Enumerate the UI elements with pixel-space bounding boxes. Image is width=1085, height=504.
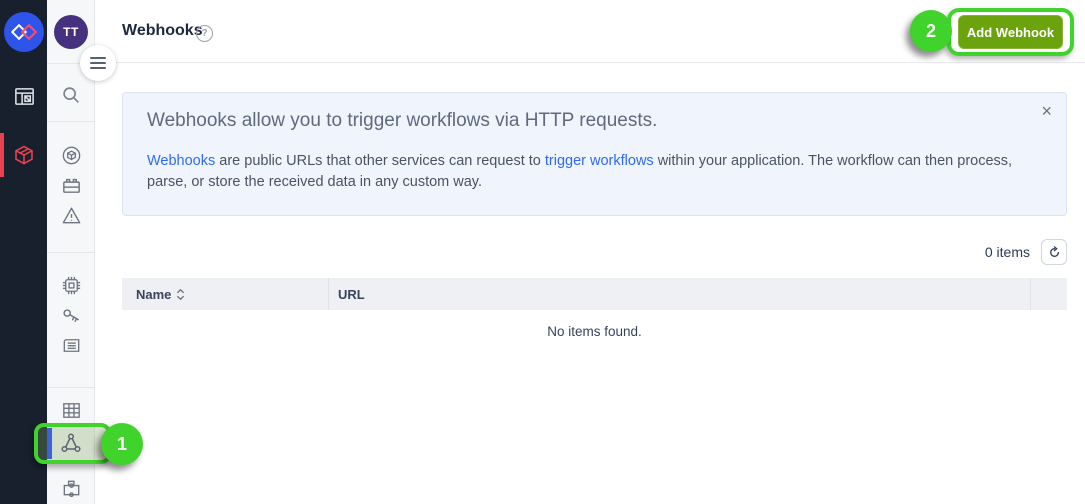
sidebar-item-secrets[interactable] [59, 303, 83, 327]
puzzle-icon [60, 476, 83, 499]
column-divider [328, 278, 329, 310]
header-divider [95, 62, 1085, 63]
dashboard-icon [13, 85, 36, 108]
sort-icon [176, 288, 185, 301]
grid-table-icon [60, 399, 83, 422]
help-icon[interactable]: ? [196, 25, 213, 42]
table-header: Name URL [122, 278, 1067, 310]
sidebar-item-packages[interactable] [12, 143, 36, 167]
webhooks-link[interactable]: Webhooks [147, 153, 215, 169]
chip-icon [60, 274, 83, 297]
app-window: TT Webhooks ? Add Webhook 2 Webhooks all… [0, 0, 1085, 504]
annotation-marker-2: 2 [910, 10, 952, 52]
column-header-url[interactable]: URL [338, 278, 365, 310]
page-title: Webhooks [122, 22, 203, 39]
sidebar-item-archive[interactable] [59, 173, 83, 197]
sidebar-item-extensions[interactable] [59, 475, 83, 499]
search-icon [60, 84, 82, 106]
list-toolbar: 0 items [985, 239, 1067, 265]
refresh-button[interactable] [1041, 239, 1067, 265]
avatar[interactable]: TT [54, 15, 88, 49]
sidebar-item-jobs[interactable] [59, 273, 83, 297]
add-webhook-button[interactable]: Add Webhook [958, 15, 1063, 49]
package-cube-icon [12, 143, 36, 167]
banner-heading: Webhooks allow you to trigger workflows … [147, 110, 658, 131]
sidebar-item-bundles[interactable] [59, 143, 83, 167]
sidebar-item-tables[interactable] [59, 398, 83, 422]
column-divider [1030, 278, 1031, 310]
sidebar-item-search[interactable] [59, 83, 83, 107]
column-url-label: URL [338, 286, 365, 302]
help-glyph: ? [201, 28, 208, 39]
active-tool-indicator [47, 428, 52, 459]
column-header-name[interactable]: Name [136, 278, 185, 310]
items-count: 0 items [984, 244, 1030, 260]
banner-text-1: are public URLs that other services can … [215, 153, 545, 169]
info-banner: Webhooks allow you to trigger workflows … [122, 92, 1067, 216]
refresh-icon [1048, 245, 1061, 259]
sidebar-item-logs[interactable] [59, 333, 83, 357]
news-document-icon [60, 334, 83, 357]
annotation-marker-2-label: 2 [925, 20, 936, 41]
annotation-marker-1: 1 [101, 423, 143, 465]
close-icon[interactable]: × [1041, 101, 1052, 122]
hamburger-icon [90, 57, 106, 69]
trigger-workflows-link[interactable]: trigger workflows [545, 153, 654, 169]
key-icon [60, 304, 83, 327]
infinity-logo-icon [11, 24, 37, 40]
webhook-icon [59, 431, 83, 455]
collapse-sidebar-button[interactable] [80, 45, 116, 81]
sidebar-separator [47, 121, 95, 122]
active-module-indicator [0, 133, 4, 177]
sidebar-item-webhooks[interactable] [59, 431, 83, 455]
package-circle-icon [60, 144, 83, 167]
sidebar-separator [47, 252, 95, 253]
column-name-label: Name [136, 286, 172, 302]
annotation-marker-1-label: 1 [116, 433, 127, 454]
warning-triangle-icon [60, 204, 83, 227]
sidebar-item-project[interactable] [12, 84, 36, 108]
banner-body: Webhooks are public URLs that other serv… [147, 151, 1047, 193]
empty-state-message: No items found. [547, 324, 642, 339]
sidebar-item-issues[interactable] [59, 203, 83, 227]
avatar-initials: TT [63, 25, 79, 39]
sidebar-separator [47, 387, 95, 388]
app-logo[interactable] [4, 12, 44, 52]
toolbox-icon [60, 174, 83, 197]
